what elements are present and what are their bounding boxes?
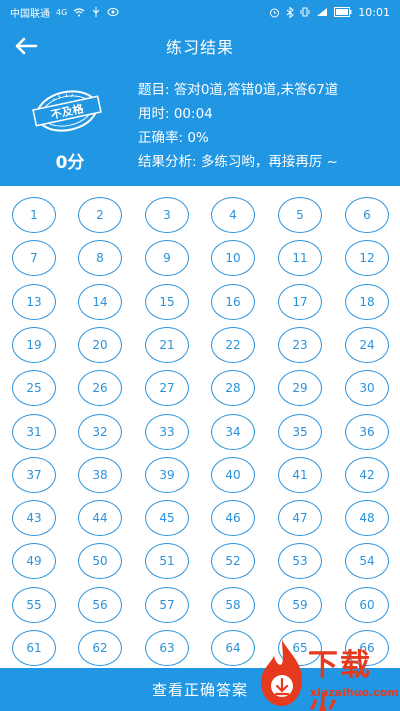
question-number-button[interactable]: 49 — [12, 543, 56, 580]
analysis-text: 结果分析: 多练习哟，再接再厉 ~ — [138, 154, 338, 170]
question-number-button[interactable]: 45 — [145, 500, 189, 537]
question-number-button[interactable]: 54 — [345, 543, 389, 580]
questions-stat: 题目: 答对0道,答错0道,未答67道 — [138, 82, 339, 98]
arrow-left-icon — [15, 37, 38, 55]
question-number-button[interactable]: 32 — [78, 413, 122, 450]
app-header: 练习结果 — [0, 24, 400, 68]
question-number-button[interactable]: 60 — [345, 586, 389, 623]
carrier-label: 中国联通 — [10, 8, 50, 20]
question-number-button[interactable]: 65 — [278, 630, 322, 666]
fail-stamp-icon: 不及格 — [32, 90, 102, 132]
question-number-button[interactable]: 22 — [211, 326, 255, 363]
question-grid: 1 2 3 4 5 6 7 8 9 10 11 12 13 14 15 16 17 18 19 20 21 22 23 24 2… — [0, 186, 400, 668]
question-number-button[interactable]: 40 — [211, 456, 255, 493]
result-info: 题目: 答对0道,答错0道,未答67道 用时: 00:04 正确率: 0% 结果… — [138, 78, 338, 174]
question-number-button[interactable]: 31 — [12, 413, 56, 450]
time-stat: 用时: 00:04 — [138, 106, 213, 122]
question-number-button[interactable]: 55 — [12, 586, 56, 623]
view-answers-button[interactable]: 查看正确答案 — [0, 668, 400, 711]
question-number-button[interactable]: 64 — [211, 630, 255, 666]
question-number-button[interactable]: 50 — [78, 543, 122, 580]
question-number-button[interactable]: 41 — [278, 456, 322, 493]
question-number-button[interactable]: 36 — [345, 413, 389, 450]
question-number-button[interactable]: 8 — [78, 240, 122, 277]
vibrate-icon — [300, 7, 310, 17]
question-number-button[interactable]: 42 — [345, 456, 389, 493]
question-number-button[interactable]: 5 — [278, 197, 322, 233]
question-number-button[interactable]: 53 — [278, 543, 322, 580]
status-left: 中国联通 4G — [10, 5, 119, 20]
question-number-button[interactable]: 9 — [145, 240, 189, 277]
question-number-button[interactable]: 43 — [12, 500, 56, 537]
result-summary: 不及格 0分 题目: 答对0道,答错0道,未答67道 用时: 00:04 正确率… — [0, 68, 400, 186]
signal-label: 4G — [56, 7, 68, 17]
question-number-button[interactable]: 26 — [78, 370, 122, 407]
question-number-button[interactable]: 16 — [211, 283, 255, 320]
battery-icon — [334, 7, 352, 17]
question-number-button[interactable]: 25 — [12, 370, 56, 407]
eye-icon — [107, 8, 119, 16]
question-number-button[interactable]: 56 — [78, 586, 122, 623]
question-number-button[interactable]: 57 — [145, 586, 189, 623]
question-number-button[interactable]: 48 — [345, 500, 389, 537]
question-number-button[interactable]: 17 — [278, 283, 322, 320]
question-number-button[interactable]: 39 — [145, 456, 189, 493]
page-title: 练习结果 — [165, 38, 234, 57]
cell-signal-icon — [317, 8, 328, 16]
wifi-icon — [73, 8, 85, 17]
bluetooth-icon — [286, 6, 295, 18]
accuracy-stat: 正确率: 0% — [138, 130, 209, 146]
question-number-button[interactable]: 63 — [145, 630, 189, 666]
question-number-button[interactable]: 47 — [278, 500, 322, 537]
question-number-button[interactable]: 3 — [145, 197, 189, 233]
question-number-button[interactable]: 20 — [78, 326, 122, 363]
question-number-button[interactable]: 23 — [278, 326, 322, 363]
status-time: 10:01 — [358, 5, 390, 19]
alarm-icon — [270, 8, 280, 17]
question-number-button[interactable]: 13 — [12, 283, 56, 320]
question-number-button[interactable]: 44 — [78, 500, 122, 537]
score-label: 0分 — [55, 153, 85, 173]
question-number-button[interactable]: 61 — [12, 630, 56, 666]
question-number-button[interactable]: 10 — [211, 240, 255, 277]
question-number-button[interactable]: 18 — [345, 283, 389, 320]
question-number-button[interactable]: 11 — [278, 240, 322, 277]
question-number-button[interactable]: 27 — [145, 370, 189, 407]
question-number-button[interactable]: 38 — [78, 456, 122, 493]
question-number-button[interactable]: 12 — [345, 240, 389, 277]
question-number-button[interactable]: 66 — [345, 630, 389, 666]
question-number-button[interactable]: 7 — [12, 240, 56, 277]
question-number-button[interactable]: 62 — [78, 630, 122, 666]
question-number-button[interactable]: 58 — [211, 586, 255, 623]
question-number-button[interactable]: 37 — [12, 456, 56, 493]
question-number-button[interactable]: 2 — [78, 197, 122, 233]
question-number-button[interactable]: 46 — [211, 500, 255, 537]
usb-icon — [92, 7, 100, 17]
question-number-button[interactable]: 6 — [345, 197, 389, 233]
question-number-button[interactable]: 24 — [345, 326, 389, 363]
question-number-button[interactable]: 21 — [145, 326, 189, 363]
question-number-button[interactable]: 33 — [145, 413, 189, 450]
question-number-button[interactable]: 15 — [145, 283, 189, 320]
question-number-button[interactable]: 34 — [211, 413, 255, 450]
status-bar: 中国联通 4G 10:01 — [0, 0, 400, 24]
question-number-button[interactable]: 30 — [345, 370, 389, 407]
question-number-button[interactable]: 1 — [12, 197, 56, 233]
question-number-button[interactable]: 28 — [211, 370, 255, 407]
question-number-button[interactable]: 14 — [78, 283, 122, 320]
question-number-button[interactable]: 59 — [278, 586, 322, 623]
question-number-button[interactable]: 29 — [278, 370, 322, 407]
status-right: 10:01 — [269, 6, 390, 19]
view-answers-label: 查看正确答案 — [151, 681, 248, 699]
question-number-button[interactable]: 19 — [12, 326, 56, 363]
question-number-button[interactable]: 51 — [145, 543, 189, 580]
back-button[interactable] — [12, 32, 40, 60]
question-number-button[interactable]: 52 — [211, 543, 255, 580]
question-number-button[interactable]: 4 — [211, 197, 255, 233]
question-number-button[interactable]: 35 — [278, 413, 322, 450]
